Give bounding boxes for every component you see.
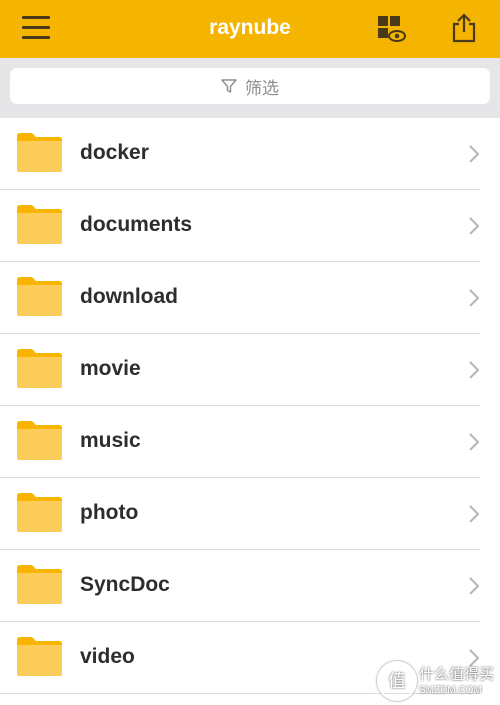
chevron-right-icon — [469, 145, 480, 163]
share-button[interactable] — [449, 12, 479, 44]
chevron-right-icon — [469, 505, 480, 523]
folder-icon — [17, 493, 62, 532]
watermark: 值 什么值得买 SMZDM.COM — [375, 658, 500, 705]
watermark-domain: SMZDM.COM — [419, 685, 482, 696]
folder-name: video — [80, 645, 135, 668]
folder-icon — [17, 565, 62, 604]
folder-name: movie — [80, 357, 141, 380]
folder-name: music — [80, 429, 141, 452]
filter-input[interactable]: 筛选 — [10, 68, 490, 104]
folder-row-syncdoc[interactable]: SyncDoc — [0, 550, 500, 622]
chevron-right-icon — [469, 577, 480, 595]
watermark-text: 什么值得买 — [419, 666, 495, 683]
folder-icon — [17, 277, 62, 316]
folder-row-download[interactable]: download — [0, 262, 500, 334]
filter-area: 筛选 — [0, 58, 500, 118]
app-title: raynube — [209, 16, 291, 39]
menu-button[interactable] — [22, 15, 52, 41]
folder-icon — [17, 133, 62, 172]
app-header: raynube — [0, 0, 500, 58]
folder-row-photo[interactable]: photo — [0, 478, 500, 550]
chevron-right-icon — [469, 433, 480, 451]
folder-name: photo — [80, 501, 139, 524]
folder-name: SyncDoc — [80, 573, 170, 596]
folder-name: docker — [80, 141, 149, 164]
chevron-right-icon — [469, 361, 480, 379]
folder-icon — [17, 349, 62, 388]
chevron-right-icon — [469, 217, 480, 235]
grid-view-eye-icon — [378, 16, 406, 42]
hamburger-line — [22, 36, 50, 39]
folder-row-music[interactable]: music — [0, 406, 500, 478]
hamburger-line — [22, 26, 50, 29]
share-export-icon — [452, 13, 476, 43]
hamburger-line — [22, 16, 50, 19]
folder-row-movie[interactable]: movie — [0, 334, 500, 406]
view-mode-button[interactable] — [376, 14, 406, 44]
filter-funnel-icon — [221, 79, 237, 93]
chevron-right-icon — [469, 289, 480, 307]
folder-icon — [17, 205, 62, 244]
watermark-badge: 值 — [377, 661, 417, 701]
folder-name: documents — [80, 213, 193, 236]
folder-name: download — [80, 285, 178, 308]
folder-row-docker[interactable]: docker — [0, 118, 500, 190]
folder-row-documents[interactable]: documents — [0, 190, 500, 262]
filter-label: 筛选 — [245, 78, 279, 98]
folder-list: docker documents download movie music ph… — [0, 118, 500, 694]
folder-icon — [17, 637, 62, 676]
folder-icon — [17, 421, 62, 460]
